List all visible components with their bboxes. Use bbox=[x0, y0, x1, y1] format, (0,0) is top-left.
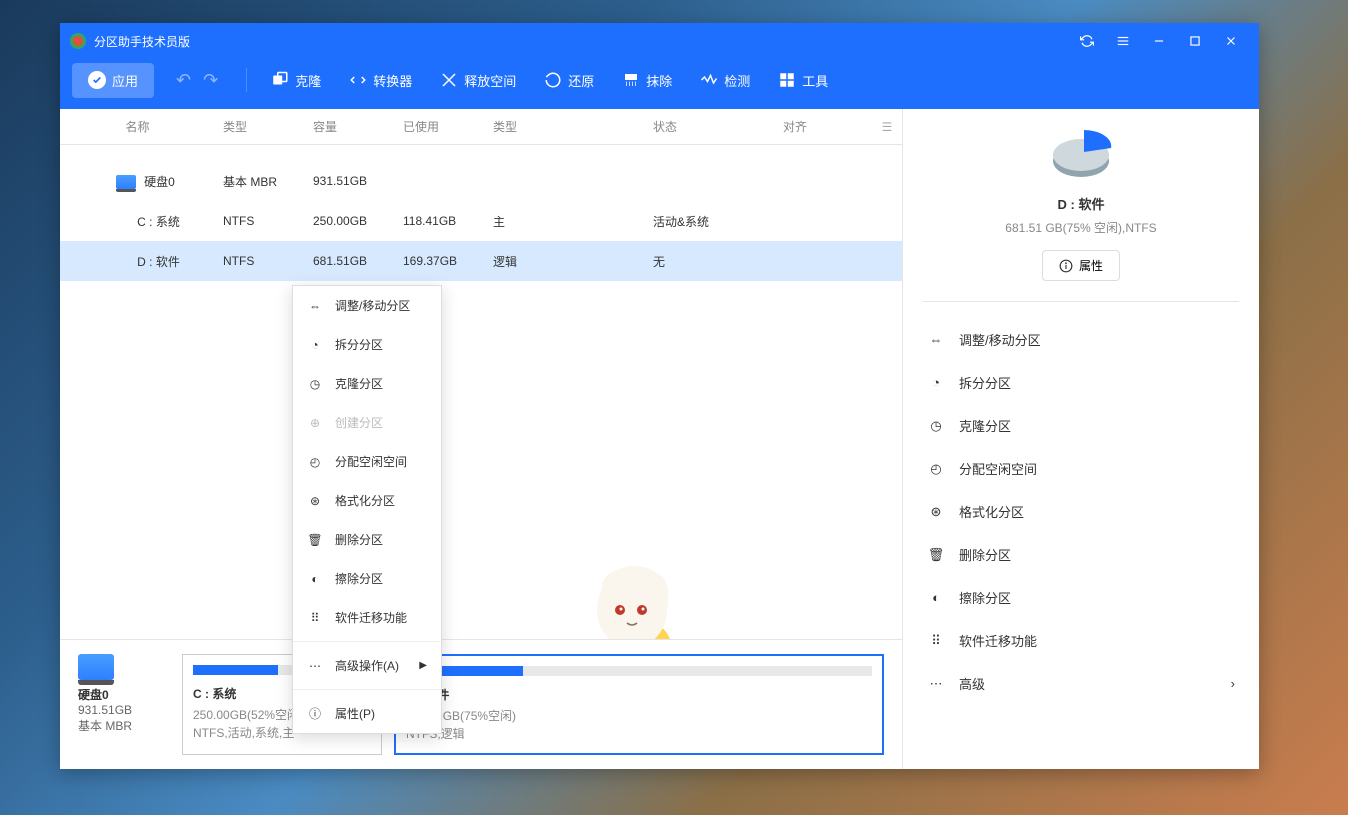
minimize-button[interactable] bbox=[1141, 23, 1177, 59]
header-align[interactable]: 对齐 bbox=[775, 118, 872, 135]
cm-split[interactable]: ◔拆分分区 bbox=[293, 325, 441, 364]
cm-clone[interactable]: ◷克隆分区 bbox=[293, 364, 441, 403]
clone-icon: ◷ bbox=[307, 376, 323, 392]
restore-button[interactable]: 还原 bbox=[534, 65, 604, 96]
side-format[interactable]: ⊛格式化分区 bbox=[923, 490, 1239, 533]
clock-icon: ◴ bbox=[927, 460, 945, 478]
trash-icon: 🗑 bbox=[927, 546, 945, 564]
clock-icon: ◴ bbox=[307, 454, 323, 470]
apply-button[interactable]: 应用 bbox=[72, 63, 154, 98]
disk-tile[interactable]: 硬盘0 931.51GB 基本 MBR bbox=[78, 654, 170, 755]
split-icon: ◔ bbox=[927, 374, 945, 392]
undo-button[interactable]: ↶ bbox=[172, 66, 195, 95]
undo-redo-group: ↶ ↷ bbox=[172, 66, 222, 95]
side-clone[interactable]: ◷克隆分区 bbox=[923, 404, 1239, 447]
side-resize[interactable]: ⇔调整/移动分区 bbox=[923, 318, 1239, 361]
tools-button[interactable]: 工具 bbox=[768, 65, 838, 96]
app-title: 分区助手技术员版 bbox=[94, 33, 1069, 50]
chevron-right-icon: › bbox=[1231, 676, 1235, 691]
side-migrate[interactable]: ⠿软件迁移功能 bbox=[923, 619, 1239, 662]
table-header: 名称 类型 容量 已使用 类型 状态 对齐 ☰ bbox=[60, 109, 902, 145]
create-icon: ⊕ bbox=[307, 415, 323, 431]
side-split[interactable]: ◔拆分分区 bbox=[923, 361, 1239, 404]
check-button[interactable]: 检测 bbox=[690, 65, 760, 96]
trash-icon: 🗑 bbox=[307, 532, 323, 548]
migrate-icon: ⠿ bbox=[927, 632, 945, 650]
side-title: D : 软件 bbox=[923, 194, 1239, 213]
clone-icon: ◷ bbox=[927, 417, 945, 435]
cm-create: ⊕创建分区 bbox=[293, 403, 441, 442]
resize-icon: ⇔ bbox=[927, 331, 945, 349]
titlebar: 分区助手技术员版 bbox=[60, 23, 1259, 59]
disk-tile-icon bbox=[78, 654, 114, 680]
close-button[interactable] bbox=[1213, 23, 1249, 59]
wipe-icon: ◐ bbox=[927, 589, 945, 607]
header-name[interactable]: 名称 bbox=[60, 118, 215, 135]
split-icon: ◔ bbox=[307, 337, 323, 353]
maximize-button[interactable] bbox=[1177, 23, 1213, 59]
info-icon: ⓘ bbox=[307, 706, 323, 722]
partition-tile-d[interactable]: D : 软件 681.51GB(75%空闲) NTFS,逻辑 bbox=[394, 654, 884, 755]
wipe-button[interactable]: 抹除 bbox=[612, 65, 682, 96]
header-capacity[interactable]: 容量 bbox=[305, 118, 395, 135]
cm-props[interactable]: ⓘ属性(P) bbox=[293, 694, 441, 733]
apply-label: 应用 bbox=[112, 71, 138, 90]
bottom-panel: 硬盘0 931.51GB 基本 MBR C : 系统 250.00GB(52%空… bbox=[60, 639, 902, 769]
cm-delete[interactable]: 🗑删除分区 bbox=[293, 520, 441, 559]
format-icon: ⊛ bbox=[927, 503, 945, 521]
pie-chart bbox=[923, 129, 1239, 184]
app-logo-icon bbox=[70, 33, 86, 49]
format-icon: ⊛ bbox=[307, 493, 323, 509]
header-used[interactable]: 已使用 bbox=[395, 118, 485, 135]
side-wipe[interactable]: ◐擦除分区 bbox=[923, 576, 1239, 619]
toolbar: 应用 ↶ ↷ 克隆 转换器 释放空间 还原 抹除 检测 工具 bbox=[60, 59, 1259, 109]
content-area: 名称 类型 容量 已使用 类型 状态 对齐 ☰ 硬盘0 基本 MBR 931.5… bbox=[60, 109, 1259, 769]
more-icon: ⋯ bbox=[307, 658, 323, 674]
mascot-image: 萌 动 简 bbox=[562, 555, 712, 639]
disk-icon bbox=[116, 175, 136, 189]
converter-button[interactable]: 转换器 bbox=[339, 65, 422, 96]
header-status[interactable]: 状态 bbox=[645, 118, 775, 135]
info-icon bbox=[1059, 259, 1073, 273]
cm-resize[interactable]: ⇔调整/移动分区 bbox=[293, 286, 441, 325]
side-delete[interactable]: 🗑删除分区 bbox=[923, 533, 1239, 576]
partition-row-d[interactable]: D : 软件 NTFS 681.51GB 169.37GB 逻辑 无 bbox=[60, 241, 902, 281]
cm-wipe[interactable]: ◐擦除分区 bbox=[293, 559, 441, 598]
side-advanced[interactable]: ⋯高级 › bbox=[923, 662, 1239, 705]
redo-button[interactable]: ↷ bbox=[199, 66, 222, 95]
refresh-icon[interactable] bbox=[1069, 23, 1105, 59]
migrate-icon: ⠿ bbox=[307, 610, 323, 626]
cm-migrate[interactable]: ⠿软件迁移功能 bbox=[293, 598, 441, 637]
clone-button[interactable]: 克隆 bbox=[261, 65, 331, 96]
main-panel: 名称 类型 容量 已使用 类型 状态 对齐 ☰ 硬盘0 基本 MBR 931.5… bbox=[60, 109, 903, 769]
table-body: 硬盘0 基本 MBR 931.51GB C : 系统 NTFS 250.00GB… bbox=[60, 145, 902, 639]
header-type[interactable]: 类型 bbox=[215, 118, 305, 135]
column-menu-icon[interactable]: ☰ bbox=[872, 120, 902, 134]
more-icon: ⋯ bbox=[927, 675, 945, 693]
context-menu: ⇔调整/移动分区 ◔拆分分区 ◷克隆分区 ⊕创建分区 ◴分配空闲空间 ⊛格式化分… bbox=[292, 285, 442, 734]
side-subtitle: 681.51 GB(75% 空闲),NTFS bbox=[923, 219, 1239, 236]
cm-format[interactable]: ⊛格式化分区 bbox=[293, 481, 441, 520]
app-window: 分区助手技术员版 应用 ↶ ↷ 克隆 转换器 释放空间 还原 抹除 检测 工具 … bbox=[60, 23, 1259, 769]
cm-alloc[interactable]: ◴分配空闲空间 bbox=[293, 442, 441, 481]
partition-row-c[interactable]: C : 系统 NTFS 250.00GB 118.41GB 主 活动&系统 bbox=[60, 201, 902, 241]
disk-row[interactable]: 硬盘0 基本 MBR 931.51GB bbox=[60, 161, 902, 201]
check-icon bbox=[88, 71, 106, 89]
header-kind[interactable]: 类型 bbox=[485, 118, 645, 135]
wipe-icon: ◐ bbox=[307, 571, 323, 587]
free-space-button[interactable]: 释放空间 bbox=[430, 65, 526, 96]
resize-icon: ⇔ bbox=[307, 298, 323, 314]
chevron-right-icon: ▶ bbox=[419, 660, 427, 671]
properties-button[interactable]: 属性 bbox=[1042, 250, 1120, 281]
side-alloc[interactable]: ◴分配空闲空间 bbox=[923, 447, 1239, 490]
cm-advanced[interactable]: ⋯高级操作(A)▶ bbox=[293, 646, 441, 685]
side-panel: D : 软件 681.51 GB(75% 空闲),NTFS 属性 ⇔调整/移动分… bbox=[903, 109, 1259, 769]
menu-icon[interactable] bbox=[1105, 23, 1141, 59]
